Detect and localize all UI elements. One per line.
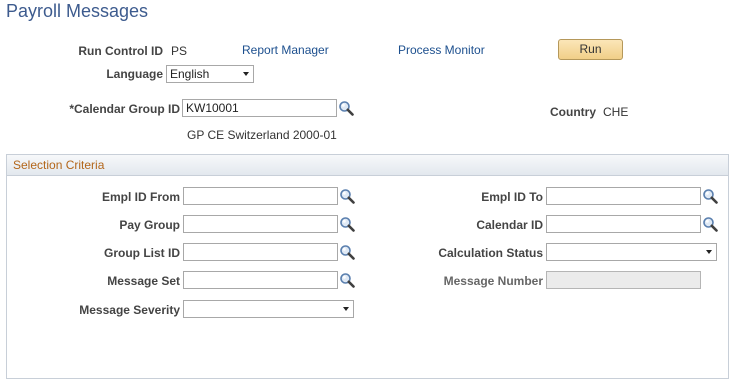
- calendar-group-lookup-icon[interactable]: [338, 100, 354, 116]
- run-control-value: PS: [171, 44, 188, 58]
- section-title: Selection Criteria: [13, 158, 105, 172]
- report-manager-link[interactable]: Report Manager: [242, 43, 329, 57]
- chevron-down-icon: [706, 250, 712, 254]
- calendar-id-field[interactable]: [546, 215, 701, 233]
- empl-id-from-label: Empl ID From: [101, 190, 180, 204]
- message-set-field[interactable]: [183, 271, 338, 289]
- language-select[interactable]: English: [166, 65, 254, 83]
- message-set-label: Message Set: [107, 274, 180, 288]
- run-control-label: Run Control ID: [78, 44, 163, 58]
- country-value: CHE: [603, 105, 629, 119]
- run-button[interactable]: Run: [558, 39, 623, 60]
- message-number-label: Message Number: [443, 274, 543, 288]
- calendar-group-label: *Calendar Group ID: [69, 102, 180, 116]
- calculation-status-label: Calculation Status: [438, 246, 543, 260]
- message-set-lookup-icon[interactable]: [339, 272, 355, 288]
- empl-id-to-label: Empl ID To: [481, 190, 543, 204]
- calendar-group-field[interactable]: KW10001: [182, 99, 337, 117]
- chevron-down-icon: [343, 307, 349, 311]
- chevron-down-icon: [243, 72, 249, 76]
- calendar-id-label: Calendar ID: [476, 218, 543, 232]
- calculation-status-select[interactable]: [546, 243, 717, 261]
- group-list-id-label: Group List ID: [104, 246, 180, 260]
- calendar-group-description: GP CE Switzerland 2000-01: [187, 128, 337, 142]
- group-list-id-field[interactable]: [183, 243, 338, 261]
- language-select-value: English: [170, 67, 210, 81]
- pay-group-label: Pay Group: [119, 218, 180, 232]
- language-label: Language: [106, 67, 163, 81]
- message-severity-select[interactable]: [183, 300, 354, 318]
- page-title: Payroll Messages: [6, 1, 149, 21]
- empl-id-from-field[interactable]: [183, 187, 338, 205]
- group-list-id-lookup-icon[interactable]: [339, 244, 355, 260]
- empl-id-to-lookup-icon[interactable]: [702, 188, 718, 204]
- country-label: Country: [550, 105, 596, 119]
- message-severity-label: Message Severity: [79, 303, 180, 317]
- message-number-field: [546, 271, 701, 289]
- process-monitor-link[interactable]: Process Monitor: [398, 43, 485, 57]
- calendar-id-lookup-icon[interactable]: [702, 216, 718, 232]
- empl-id-to-field[interactable]: [546, 187, 701, 205]
- pay-group-lookup-icon[interactable]: [339, 216, 355, 232]
- empl-id-from-lookup-icon[interactable]: [339, 188, 355, 204]
- pay-group-field[interactable]: [183, 215, 338, 233]
- section-header: Selection Criteria: [7, 155, 728, 176]
